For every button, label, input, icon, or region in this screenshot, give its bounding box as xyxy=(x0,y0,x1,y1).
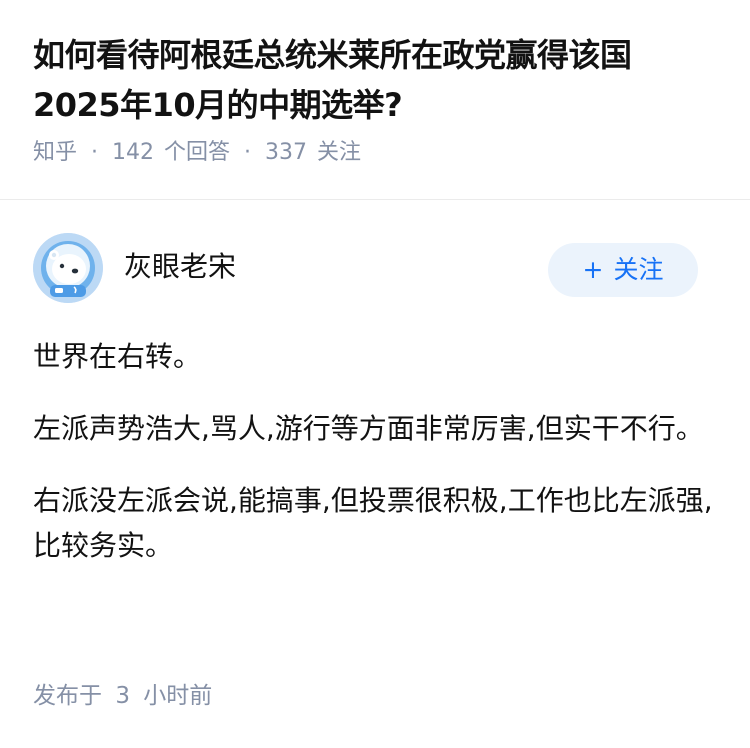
answer-count-label: 个回答 xyxy=(164,140,231,165)
section-divider xyxy=(0,199,750,200)
publish-time: 发布于 3 小时前 xyxy=(33,680,212,712)
time-unit: 小时前 xyxy=(143,683,213,709)
answer-paragraph: 左派声势浩大,骂人,游行等方面非常厉害,但实干不行。 xyxy=(33,412,704,445)
author-name[interactable]: 灰眼老宋 xyxy=(124,249,236,285)
separator-dot: · xyxy=(91,140,99,165)
question-meta: 知乎 · 142 个回答 · 337 关注 xyxy=(33,138,723,168)
separator-dot: · xyxy=(244,140,252,165)
answer-paragraph: 右派没左派会说,能搞事,但投票很积极,工作也比左派强,比较务实。 xyxy=(33,484,713,562)
polar-bear-astronaut-avatar-icon xyxy=(33,233,103,303)
follower-count: 337 xyxy=(265,140,308,165)
question-header: 如何看待阿根廷总统米莱所在政党赢得该国 2025年10月的中期选举? 知乎 · … xyxy=(33,30,723,168)
time-value: 3 xyxy=(115,683,130,709)
source-label[interactable]: 知乎 xyxy=(33,138,77,168)
follow-button-label: 关注 xyxy=(613,255,664,284)
plus-icon: + xyxy=(582,255,604,284)
follower-count-label: 关注 xyxy=(317,140,362,165)
published-label: 发布于 xyxy=(33,683,102,709)
follow-button[interactable]: + 关注 xyxy=(548,243,698,297)
question-title[interactable]: 如何看待阿根廷总统米莱所在政党赢得该国 2025年10月的中期选举? xyxy=(33,30,723,130)
avatar[interactable] xyxy=(33,233,103,303)
answer-content: 世界在右转。 左派声势浩大,骂人,游行等方面非常厉害,但实干不行。 右派没左派会… xyxy=(33,334,713,595)
answer-count: 142 xyxy=(112,140,155,165)
author-row: 灰眼老宋 + 关注 xyxy=(33,233,698,305)
answer-paragraph: 世界在右转。 xyxy=(33,340,202,373)
